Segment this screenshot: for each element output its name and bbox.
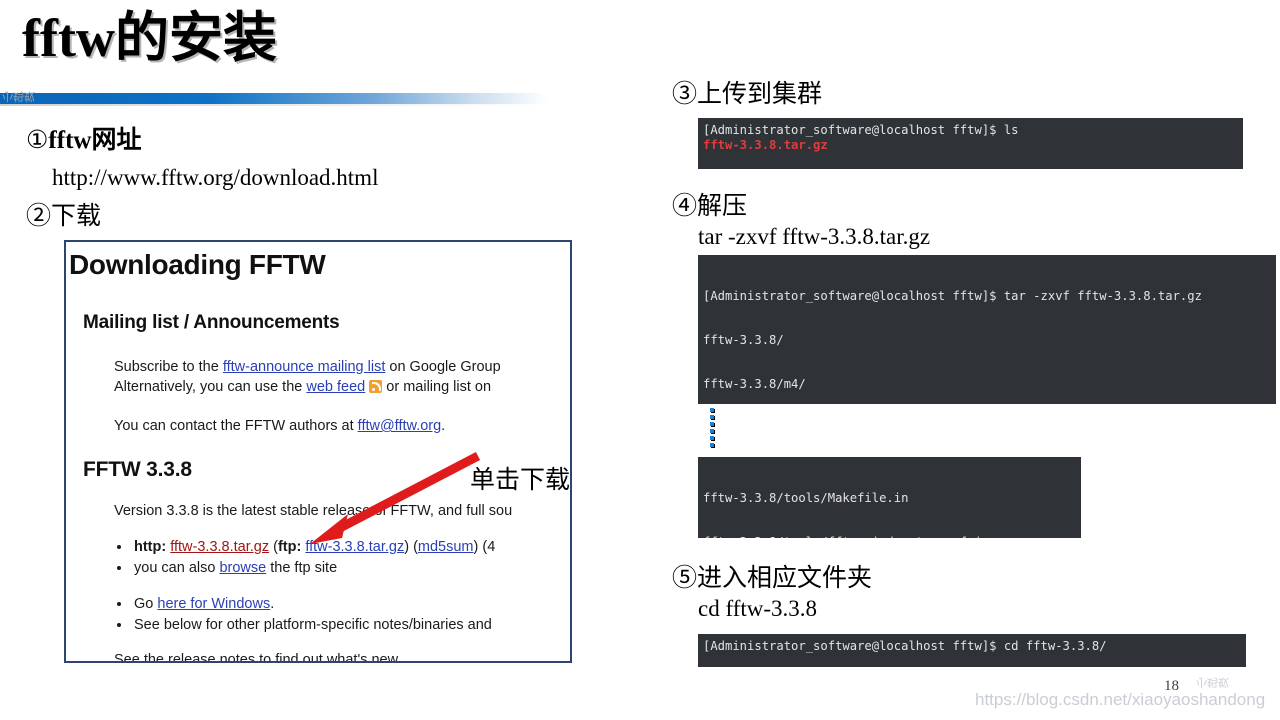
watermark-flipped-footer: 小蚂蚁 (1196, 676, 1229, 688)
webpage-heading-downloading-fftw: Downloading FFTW (69, 249, 326, 280)
link-web-feed[interactable]: web feed (306, 379, 365, 395)
step-1-marker: ① (26, 127, 49, 154)
contact-text-prefix: You can contact the FFTW authors at (114, 418, 358, 434)
watermark-blog-url: https://blog.csdn.net/xiaoyaoshandong (975, 690, 1266, 709)
slide-canvas: fftw的安装 小蚂蚁 ①fftw网址 http://www.fftw.org/… (0, 0, 1280, 720)
browse-suffix: the ftp site (266, 560, 338, 577)
webpage-download-list: http: fftw-3.3.8.tar.gz (ftp: fftw-3.3.8… (118, 537, 495, 580)
http-tail-text: ) (4 (473, 539, 496, 555)
link-fftw-announce-mailing-list[interactable]: fftw-announce mailing list (223, 359, 386, 375)
terminal-line: [Administrator_software@localhost fftw]$… (703, 289, 1202, 304)
http-label: http: (134, 539, 167, 555)
list-item-platform-notes: See below for other platform-specific no… (132, 615, 492, 636)
page-title: fftw的安装 (22, 8, 277, 68)
step-5-heading: ⑤进入相应文件夹 (672, 565, 873, 592)
terminal-ls-prompt-line: [Administrator_software@localhost fftw]$… (703, 123, 1019, 137)
list-item-http-download: http: fftw-3.3.8.tar.gz (ftp: fftw-3.3.8… (132, 537, 495, 558)
terminal-ls-result: fftw-3.3.8.tar.gz (703, 137, 828, 152)
list-item-browse-ftp: you can also browse the ftp site (132, 558, 495, 579)
step-1-label-en: fftw (48, 127, 92, 154)
webpage-paragraph-subscribe: Subscribe to the fftw-announce mailing l… (114, 357, 501, 378)
subscribe-text-suffix: on Google Group (385, 359, 501, 375)
link-ftp-tarball[interactable]: fftw-3.3.8.tar.gz (305, 539, 404, 555)
step-4-command: tar -zxvf fftw-3.3.8.tar.gz (698, 224, 931, 249)
step-4-heading: ④解压 (672, 193, 748, 220)
webpage-heading-mailing-list: Mailing list / Announcements (83, 312, 340, 333)
step-5-command: cd fftw-3.3.8 (698, 596, 818, 621)
right-column: ③上传到集群 [Administrator_software@localhost… (660, 0, 1280, 720)
subscribe-text-prefix: Subscribe to the (114, 359, 223, 375)
alternatively-text-suffix: or mailing list on (382, 379, 492, 395)
title-accent-bar-shadow (0, 104, 548, 106)
browse-prefix: you can also (134, 560, 220, 577)
terminal-tools-output: fftw-3.3.8/tools/Makefile.in fftw-3.3.8/… (698, 457, 1081, 538)
webpage-release-notes-clipped: See the release notes to find out what's… (114, 652, 399, 663)
terminal-line: fftw-3.3.8/m4/ (703, 376, 806, 391)
ftp-label: ftp: (277, 539, 302, 555)
terminal-line: [Administrator_software@localhost fftw]$… (703, 639, 1107, 653)
alternatively-text-prefix: Alternatively, you can use the (114, 379, 307, 395)
terminal-line: fftw-3.3.8/tools/fftw-wisdom-to-conf.in (703, 535, 1081, 538)
terminal-cd-output: [Administrator_software@localhost fftw]$… (698, 634, 1246, 667)
terminal-line: fftw-3.3.8/ (703, 332, 784, 347)
step-2-heading: ②下载 (26, 203, 102, 230)
webpage-platform-list: Go here for Windows. See below for other… (118, 594, 492, 637)
webpage-paragraph-version-info: Version 3.3.8 is the latest stable relea… (114, 503, 513, 519)
http-after-text: ) ( (404, 539, 418, 555)
http-mid-text: ( (269, 539, 278, 555)
rss-feed-icon[interactable] (369, 380, 383, 393)
link-here-for-windows[interactable]: here for Windows (157, 596, 270, 612)
windows-suffix: . (270, 596, 275, 612)
terminal-line: fftw-3.3.8/tools/Makefile.in (703, 491, 909, 506)
fftw-download-url: http://www.fftw.org/download.html (52, 165, 379, 190)
step-1-heading: ①fftw网址 (26, 124, 141, 158)
step-3-heading: ③上传到集群 (672, 81, 823, 108)
webpage-paragraph-contact: You can contact the FFTW authors at fftw… (114, 416, 445, 437)
link-http-tarball[interactable]: fftw-3.3.8.tar.gz (170, 539, 269, 555)
vertical-ellipsis-icon (710, 408, 716, 450)
watermark-flipped-top: 小蚂蚁 (2, 90, 35, 102)
link-md5sum[interactable]: md5sum (418, 539, 474, 555)
terminal-ls-output: [Administrator_software@localhost fftw]$… (698, 118, 1243, 169)
link-browse[interactable]: browse (219, 560, 266, 576)
link-fftw-email[interactable]: fftw@fftw.org (358, 418, 442, 434)
title-accent-bar (0, 93, 548, 104)
annotation-label-click-download: 单击下载 (470, 467, 571, 494)
windows-prefix: Go (134, 596, 158, 612)
terminal-tar-output: [Administrator_software@localhost fftw]$… (698, 255, 1276, 404)
webpage-heading-fftw-version: FFTW 3.3.8 (83, 458, 192, 481)
step-1-label-cn: 网址 (91, 127, 142, 154)
contact-text-suffix: . (441, 418, 446, 434)
list-item-windows: Go here for Windows. (132, 594, 492, 615)
fftw-webpage-screenshot: Downloading FFTW Mailing list / Announce… (64, 240, 572, 663)
webpage-paragraph-alternatively: Alternatively, you can use the web feed … (114, 377, 491, 398)
